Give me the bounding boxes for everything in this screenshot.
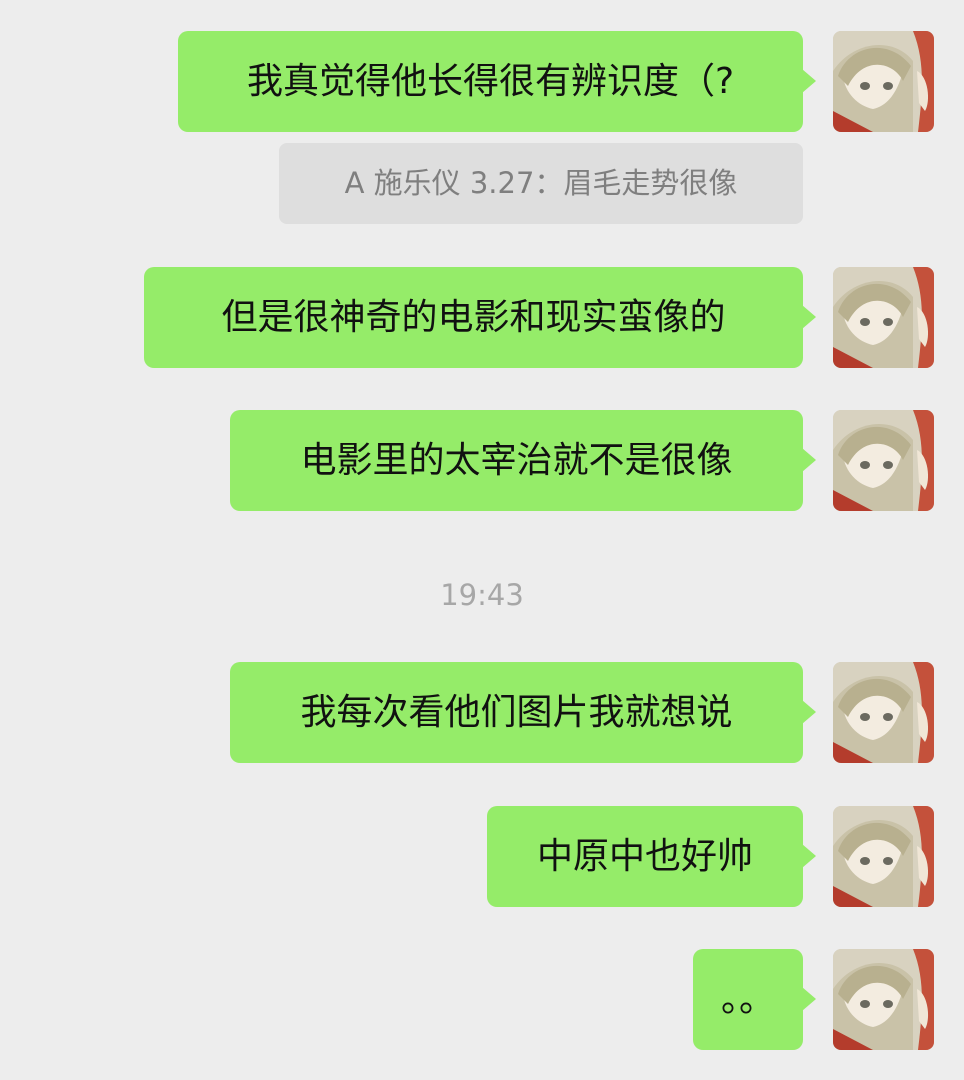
- timestamp: 19:43: [440, 578, 524, 612]
- message-bubble[interactable]: 但是很神奇的电影和现实蛮像的: [144, 267, 816, 368]
- chat-view: 我真觉得他长得很有辨识度（? A 施乐仪 3.27：眉毛走势很像 但是很神奇的电…: [0, 0, 964, 1080]
- anime-avatar-icon[interactable]: [833, 662, 934, 763]
- message-bubble[interactable]: 。。: [693, 949, 816, 1050]
- quoted-message[interactable]: A 施乐仪 3.27：眉毛走势很像: [279, 143, 803, 224]
- message-bubble[interactable]: 我每次看他们图片我就想说: [230, 662, 816, 763]
- anime-avatar-icon[interactable]: [833, 267, 934, 368]
- message-bubble[interactable]: 我真觉得他长得很有辨识度（?: [178, 31, 816, 132]
- message-bubble[interactable]: 电影里的太宰治就不是很像: [230, 410, 816, 511]
- anime-avatar-icon[interactable]: [833, 410, 934, 511]
- message-bubble[interactable]: 中原中也好帅: [487, 806, 816, 907]
- anime-avatar-icon[interactable]: [833, 806, 934, 907]
- anime-avatar-icon[interactable]: [833, 31, 934, 132]
- anime-avatar-icon[interactable]: [833, 949, 934, 1050]
